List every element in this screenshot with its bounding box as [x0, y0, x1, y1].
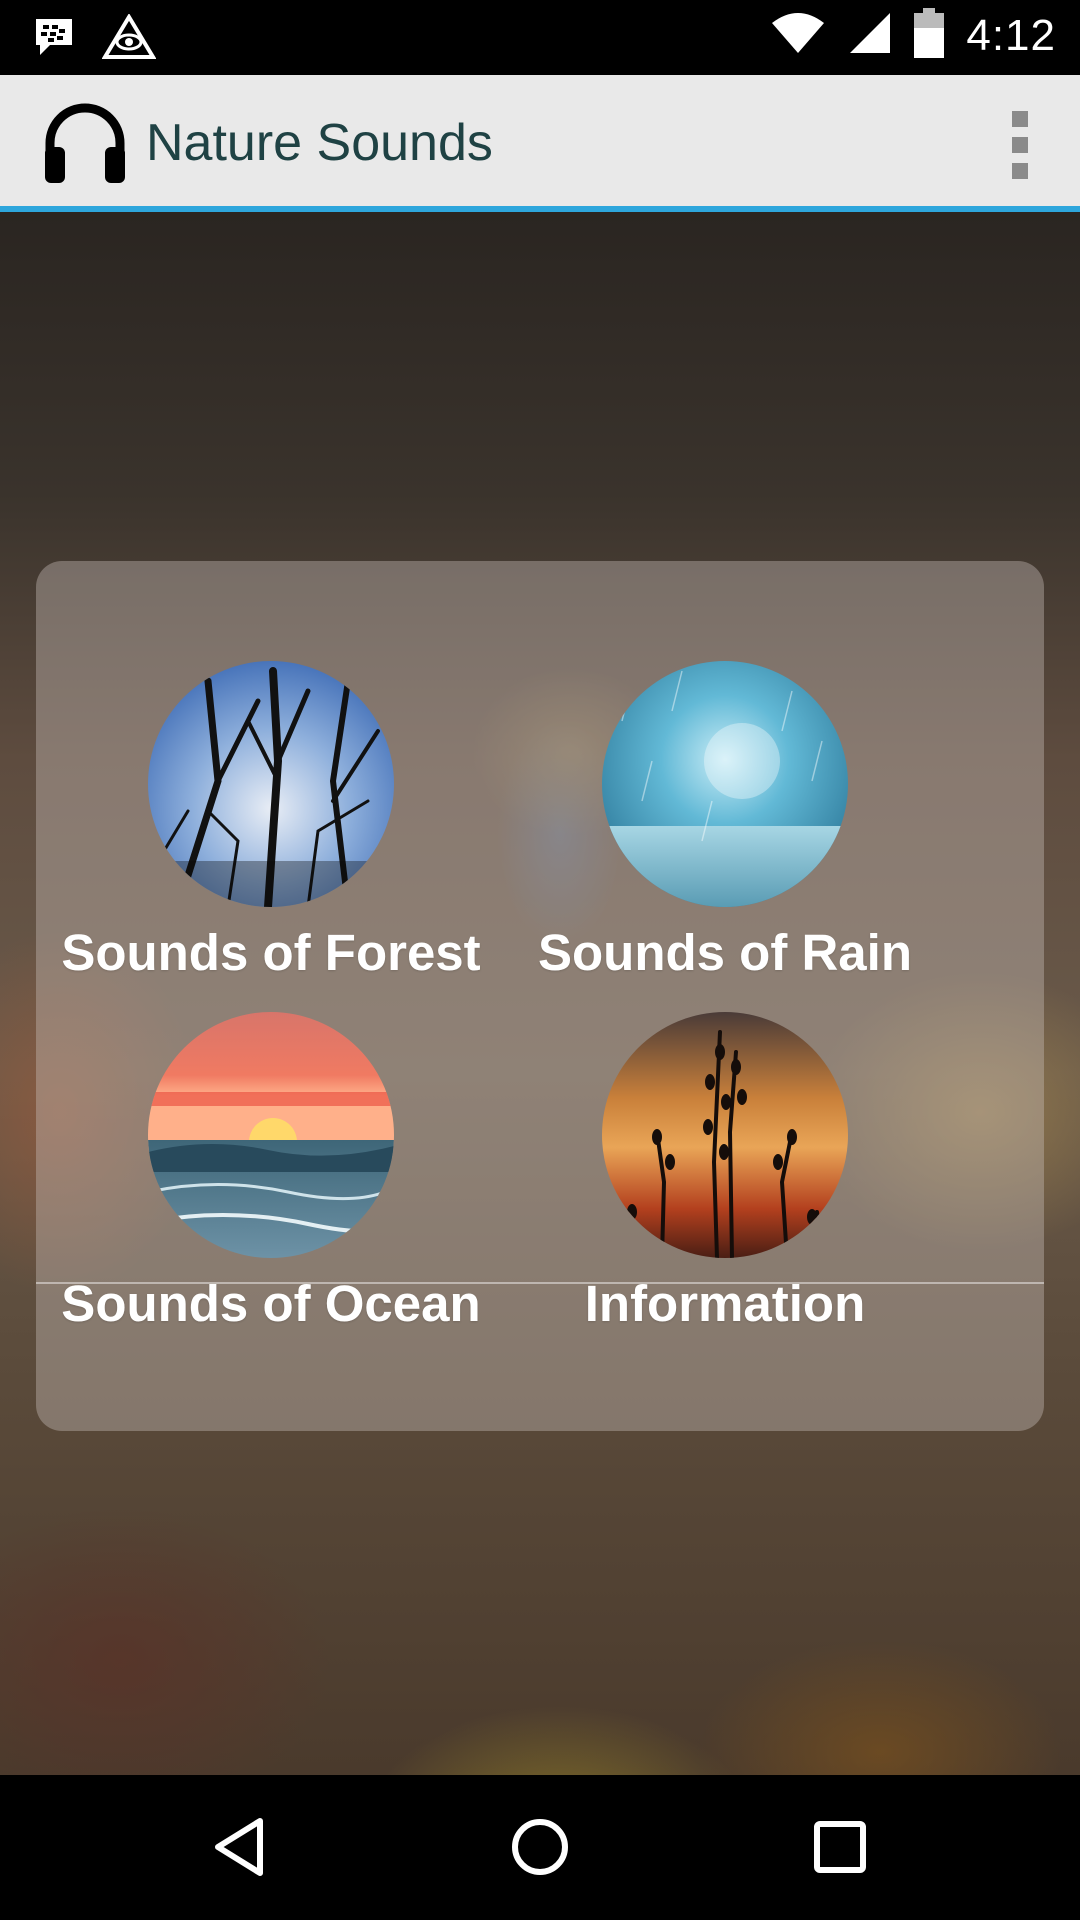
bbm-icon [32, 15, 76, 64]
wifi-icon [770, 11, 826, 60]
rain-tile[interactable]: Sounds of Rain [490, 661, 960, 982]
app-bar: Nature Sounds [0, 75, 1080, 212]
menu-panel: Sounds of Forest Sounds of Rain Sounds o… [36, 561, 1044, 1431]
recents-icon[interactable] [804, 1811, 876, 1883]
headphones-icon [42, 103, 128, 185]
eye-triangle-icon [101, 13, 157, 65]
ocean-tile[interactable]: Sounds of Ocean [36, 1012, 506, 1333]
status-time: 4:12 [966, 10, 1056, 60]
ocean-sunset-image [148, 1012, 394, 1258]
screen: 4:12 Nature Sounds Sounds of Forest Soun… [0, 0, 1080, 1920]
panel-divider [36, 1282, 1044, 1284]
rain-label: Sounds of Rain [538, 924, 912, 981]
information-tile[interactable]: Information [490, 1012, 960, 1333]
navigation-bar [0, 1775, 1080, 1920]
signal-icon [848, 11, 892, 60]
rain-image [602, 661, 848, 907]
forest-label: Sounds of Forest [61, 924, 481, 981]
overflow-menu-icon[interactable] [1000, 105, 1040, 185]
back-icon[interactable] [204, 1811, 276, 1883]
forest-tile[interactable]: Sounds of Forest [36, 661, 506, 982]
battery-icon [914, 8, 945, 63]
home-icon[interactable] [504, 1811, 576, 1883]
plants-sunset-image [602, 1012, 848, 1258]
app-title: Nature Sounds [146, 114, 493, 172]
main-content: Sounds of Forest Sounds of Rain Sounds o… [0, 212, 1080, 1775]
status-bar: 4:12 [0, 0, 1080, 75]
forest-trees-image [148, 661, 394, 907]
